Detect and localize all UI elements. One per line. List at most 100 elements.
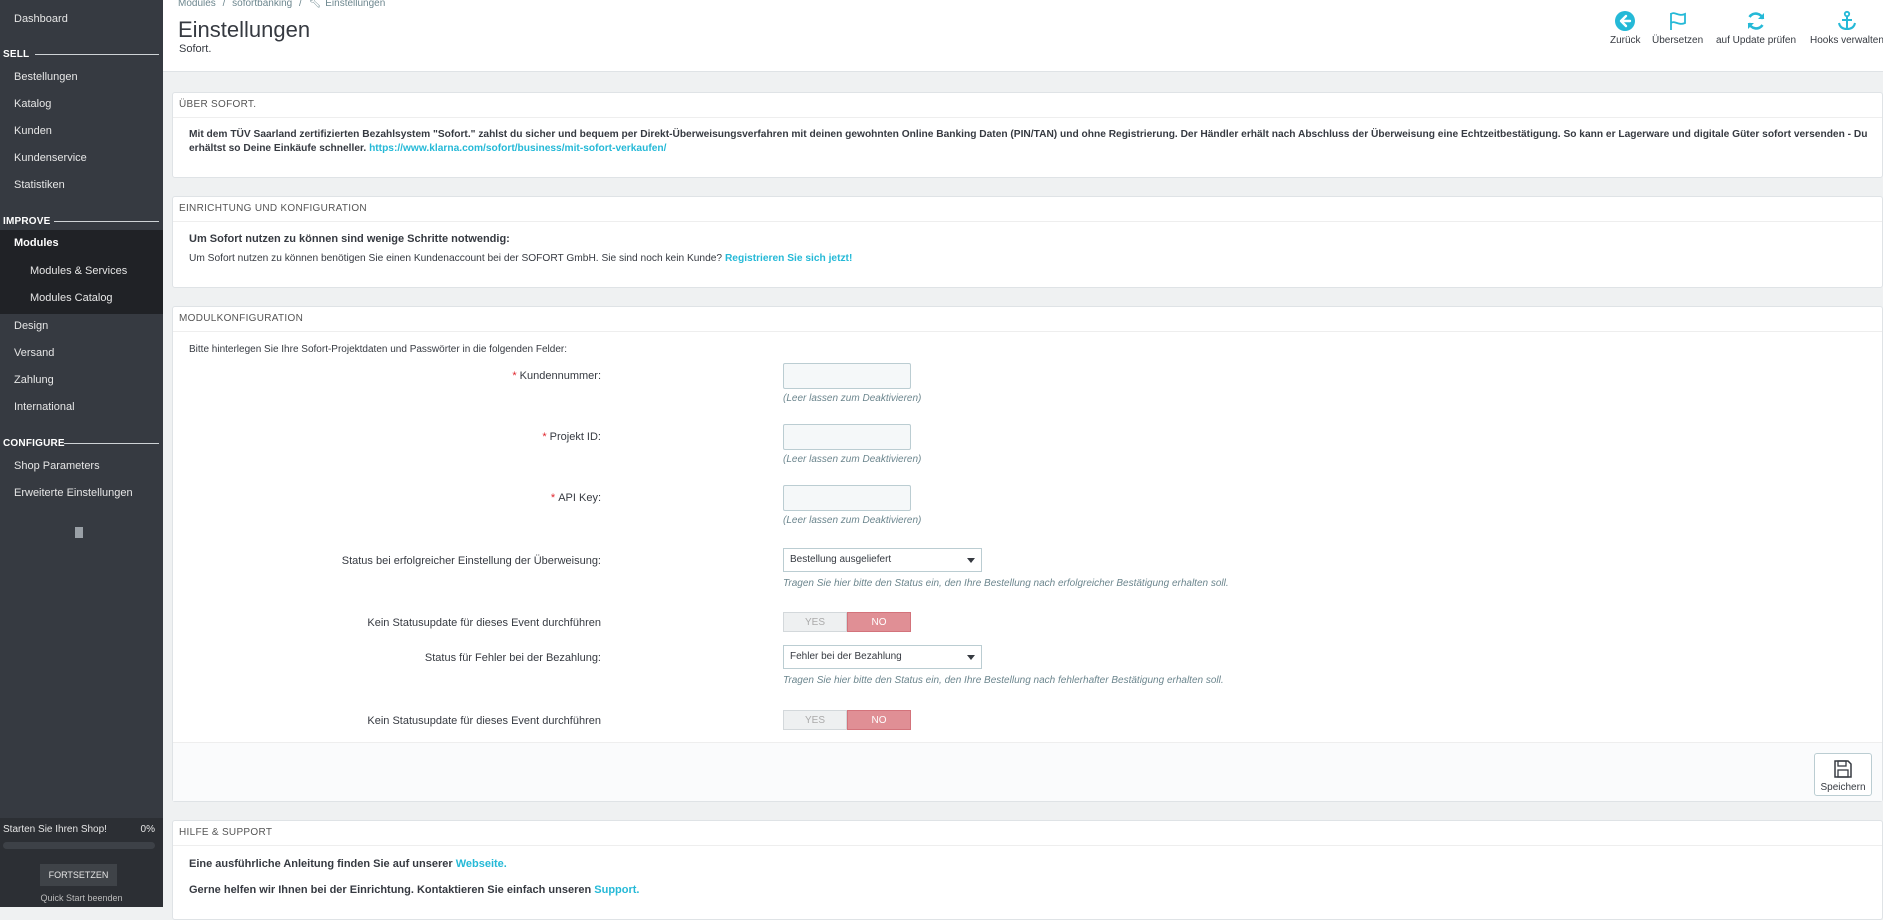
help-panel: HILFE & SUPPORT Eine ausführliche Anleit… xyxy=(172,820,1883,920)
no-update-label-1: Kein Statusupdate für dieses Event durch… xyxy=(367,617,601,629)
help-line-1: Eine ausführliche Anleitung finden Sie a… xyxy=(189,858,507,870)
back-button[interactable]: Zurück xyxy=(1610,10,1641,46)
refresh-icon xyxy=(1747,12,1765,30)
sidebar-section-sell: SELL xyxy=(3,49,30,60)
sidebar-item-shop-parameters[interactable]: Shop Parameters xyxy=(14,460,100,472)
config-intro: Bitte hinterlegen Sie Ihre Sofort-Projek… xyxy=(189,344,567,355)
breadcrumb-sofortbanking[interactable]: sofortbanking xyxy=(232,0,292,9)
sidebar-item-bestellungen[interactable]: Bestellungen xyxy=(14,71,78,83)
caret-down-icon xyxy=(967,655,975,660)
sidebar-item-versand[interactable]: Versand xyxy=(14,347,54,359)
switch-yes[interactable]: YES xyxy=(783,612,847,632)
sidebar-item-modules-catalog[interactable]: Modules Catalog xyxy=(30,292,113,304)
sidebar-item-dashboard[interactable]: Dashboard xyxy=(14,13,68,25)
about-panel: ÜBER SOFORT. Mit dem TÜV Saarland zertif… xyxy=(172,92,1883,178)
wrench-icon: 🔧︎ xyxy=(308,0,322,9)
help-line-2-text: Gerne helfen wir Ihnen bei der Einrichtu… xyxy=(189,884,592,896)
support-link[interactable]: Support. xyxy=(594,884,639,896)
setup-intro: Um Sofort nutzen zu können sind wenige S… xyxy=(189,233,510,245)
setup-text-body: Um Sofort nutzen zu können benötigen Sie… xyxy=(189,253,723,264)
floppy-disk-icon xyxy=(1834,760,1852,778)
onboarding-continue-button[interactable]: FORTSETZEN xyxy=(40,864,117,886)
customer-number-input[interactable] xyxy=(783,363,911,389)
project-id-help: (Leer lassen zum Deaktivieren) xyxy=(783,454,922,465)
anchor-icon xyxy=(1837,10,1856,31)
customer-number-label-text: Kundennummer: xyxy=(519,370,601,382)
panel-divider xyxy=(173,117,1882,118)
help-line-2: Gerne helfen wir Ihnen bei der Einrichtu… xyxy=(189,884,639,896)
success-status-select[interactable]: Bestellung ausgeliefert xyxy=(783,548,982,572)
sidebar-item-katalog[interactable]: Katalog xyxy=(14,98,51,110)
breadcrumb-modules[interactable]: Modules xyxy=(178,0,216,9)
klarna-link[interactable]: https://www.klarna.com/sofort/business/m… xyxy=(369,143,666,154)
switch-no[interactable]: NO xyxy=(847,710,911,730)
flag-icon xyxy=(1669,12,1686,30)
no-update-switch-1[interactable]: YES NO xyxy=(783,612,911,632)
config-footer: Speichern xyxy=(173,742,1882,801)
page-header: Modules / sofortbanking / 🔧︎ Einstellunge… xyxy=(163,0,1883,72)
panel-divider xyxy=(173,221,1882,222)
register-link[interactable]: Registrieren Sie sich jetzt! xyxy=(725,253,852,264)
about-text: Mit dem TÜV Saarland zertifizierten Beza… xyxy=(189,128,1870,156)
translate-label: Übersetzen xyxy=(1652,35,1704,46)
sidebar-item-design[interactable]: Design xyxy=(14,320,48,332)
breadcrumb-einstellungen: Einstellungen xyxy=(325,0,386,9)
sidebar-item-zahlung[interactable]: Zahlung xyxy=(14,374,54,386)
sidebar-item-international[interactable]: International xyxy=(14,401,75,413)
page-subtitle: Sofort. xyxy=(179,43,212,55)
required-marker: * xyxy=(512,370,517,382)
sidebar-collapse-icon[interactable] xyxy=(75,527,83,538)
api-key-input[interactable] xyxy=(783,485,911,511)
error-status-value: Fehler bei der Bezahlung xyxy=(790,651,902,662)
help-heading: HILFE & SUPPORT xyxy=(179,827,273,838)
switch-no[interactable]: NO xyxy=(847,612,911,632)
api-key-label-text: API Key: xyxy=(558,492,601,504)
onboarding-label: Starten Sie Ihren Shop! xyxy=(3,824,107,835)
error-status-select[interactable]: Fehler bei der Bezahlung xyxy=(783,645,982,669)
sidebar-item-kundenservice[interactable]: Kundenservice xyxy=(14,152,87,164)
sidebar-section-configure: CONFIGURE xyxy=(3,438,65,449)
sidebar: Dashboard SELL Bestellungen Katalog Kund… xyxy=(0,0,163,907)
save-button[interactable]: Speichern xyxy=(1814,753,1872,796)
api-key-help: (Leer lassen zum Deaktivieren) xyxy=(783,515,922,526)
section-divider xyxy=(54,221,159,222)
sidebar-item-modules[interactable]: Modules xyxy=(14,237,59,249)
sidebar-item-modules-services[interactable]: Modules & Services xyxy=(30,265,127,277)
section-divider xyxy=(64,443,159,444)
about-text-line-2: erhältst so Deine Einkäufe schneller. ht… xyxy=(189,142,1870,156)
breadcrumb-separator: / xyxy=(222,0,226,9)
manage-hooks-button[interactable]: Hooks verwalten xyxy=(1810,10,1883,46)
sidebar-item-erweiterte-einstellungen[interactable]: Erweiterte Einstellungen xyxy=(14,487,133,499)
no-update-switch-2[interactable]: YES NO xyxy=(783,710,911,730)
check-update-button[interactable]: auf Update prüfen xyxy=(1716,10,1796,46)
project-id-label: * Projekt ID: xyxy=(542,431,601,443)
error-status-label: Status für Fehler bei der Bezahlung: xyxy=(424,652,601,664)
sidebar-item-statistiken[interactable]: Statistiken xyxy=(14,179,65,191)
customer-number-help: (Leer lassen zum Deaktivieren) xyxy=(783,393,922,404)
breadcrumb-separator: / xyxy=(298,0,302,9)
switch-yes[interactable]: YES xyxy=(783,710,847,730)
success-status-value: Bestellung ausgeliefert xyxy=(790,554,892,565)
website-link[interactable]: Webseite. xyxy=(456,858,507,870)
arrow-left-circle-icon xyxy=(1615,11,1636,31)
success-status-help: Tragen Sie hier bitte den Status ein, de… xyxy=(783,578,1229,589)
no-update-label-2: Kein Statusupdate für dieses Event durch… xyxy=(367,715,601,727)
sidebar-item-kunden[interactable]: Kunden xyxy=(14,125,52,137)
config-heading: MODULKONFIGURATION xyxy=(179,313,304,324)
about-text-line-1: Mit dem TÜV Saarland zertifizierten Beza… xyxy=(189,129,1868,140)
panel-divider xyxy=(173,845,1882,846)
manage-hooks-label: Hooks verwalten xyxy=(1810,35,1883,46)
config-panel: MODULKONFIGURATION Bitte hinterlegen Sie… xyxy=(172,306,1883,802)
save-label: Speichern xyxy=(1820,782,1866,793)
check-update-label: auf Update prüfen xyxy=(1716,35,1797,46)
about-text-line-2-text: erhältst so Deine Einkäufe schneller. xyxy=(189,143,367,154)
translate-button[interactable]: Übersetzen xyxy=(1652,10,1703,46)
help-line-1-text: Eine ausführliche Anleitung finden Sie a… xyxy=(189,858,453,870)
quick-start-end-link[interactable]: Quick Start beenden xyxy=(0,893,163,903)
success-status-label: Status bei erfolgreicher Einstellung der… xyxy=(341,555,601,567)
caret-down-icon xyxy=(967,558,975,563)
onboarding-progress-bar xyxy=(3,842,155,849)
customer-number-label: * Kundennummer: xyxy=(512,370,601,382)
error-status-help: Tragen Sie hier bitte den Status ein, de… xyxy=(783,675,1224,686)
project-id-input[interactable] xyxy=(783,424,911,450)
